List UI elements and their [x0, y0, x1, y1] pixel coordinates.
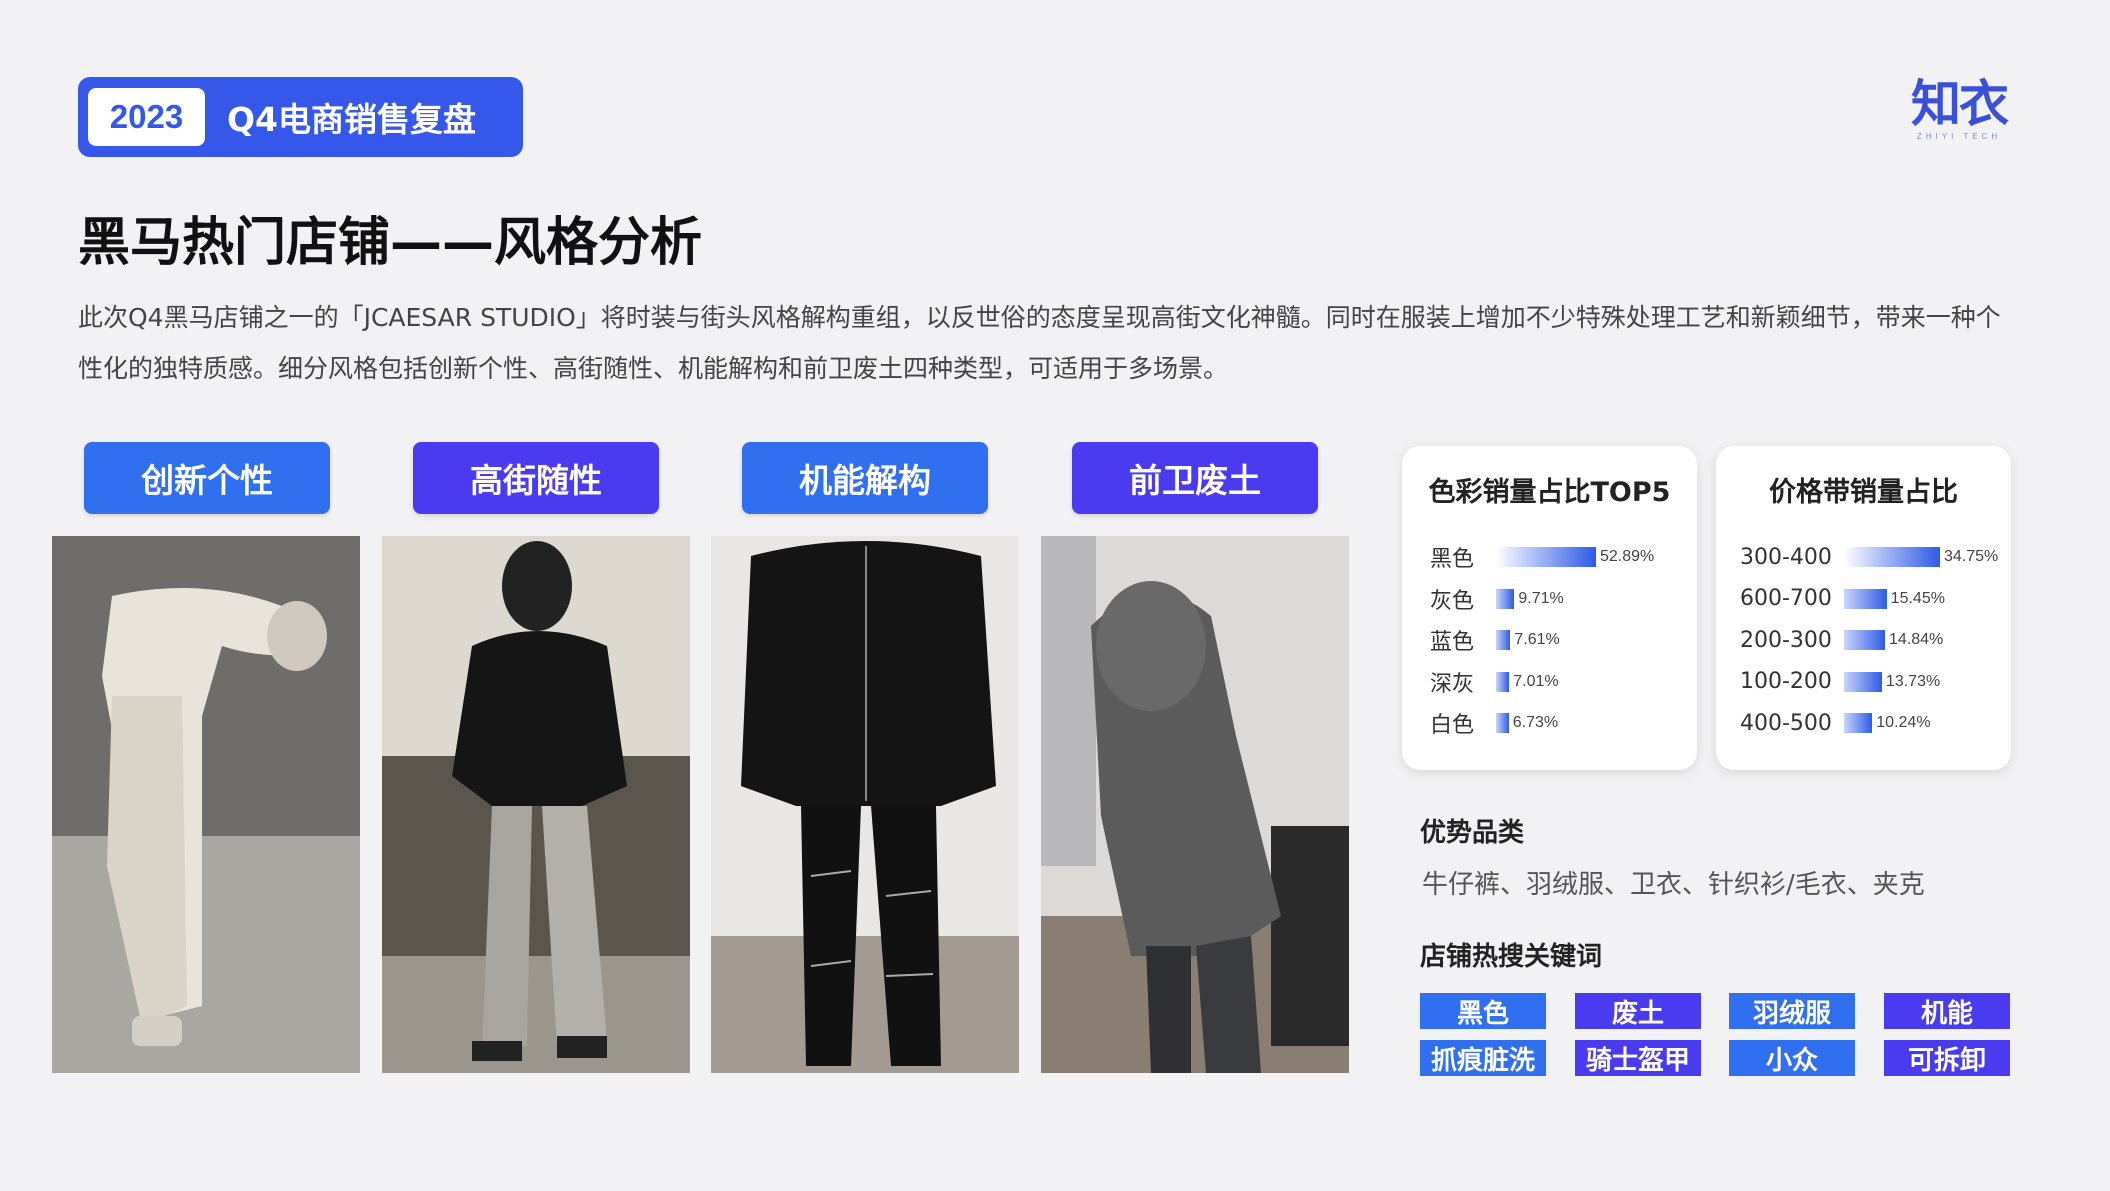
- bar-label: 100-200: [1740, 669, 1832, 694]
- keyword-tag[interactable]: 小众: [1729, 1040, 1855, 1076]
- price-card-title: 价格带销量占比: [1769, 477, 1958, 508]
- advantage-title: 优势品类: [1420, 818, 1525, 848]
- bar-row: 200-300 14.84%: [1716, 625, 2011, 655]
- bar-label: 200-300: [1740, 627, 1832, 653]
- style-photo-highstreet: [382, 536, 690, 1073]
- bar-row: 黑色 52.89%: [1402, 542, 1697, 572]
- color-card-title: 色彩销量占比TOP5: [1428, 477, 1671, 508]
- style-button-wasteland[interactable]: 前卫废土: [1072, 442, 1318, 514]
- page-description: 此次Q4黑马店铺之一的「JCAESAR STUDIO」将时装与街头风格解构重组，…: [78, 303, 2001, 383]
- bar-row: 灰色 9.71%: [1402, 584, 1697, 614]
- bar-value: 34.75%: [1944, 548, 1999, 565]
- bar-value: 7.61%: [1514, 631, 1560, 648]
- keyword-tag[interactable]: 羽绒服: [1729, 993, 1855, 1029]
- bar: [1496, 630, 1511, 650]
- brand-logo: 知衣 ZHIYI TECH: [1904, 76, 2014, 142]
- bar-value: 7.01%: [1513, 672, 1559, 690]
- bar: [1844, 713, 1873, 733]
- bar-row: 100-200 13.73%: [1716, 667, 2011, 697]
- bar-label: 300-400: [1740, 544, 1832, 570]
- bar-label: 黑色: [1430, 547, 1475, 572]
- price-sales-card: 价格带销量占比 300-400 34.75% 600-700 15.45% 200-30…: [1716, 446, 2011, 770]
- bar-value: 9.71%: [1518, 589, 1564, 607]
- header-badge: 2023 Q4电商销售复盘: [78, 77, 523, 157]
- bar-label: 蓝色: [1430, 630, 1475, 655]
- year-label: 2023: [88, 88, 205, 146]
- keyword-tag[interactable]: 黑色: [1420, 993, 1546, 1029]
- style-photo-innovative: [52, 536, 360, 1073]
- advantage-categories: 牛仔裤、羽绒服、卫衣、针织衫/毛衣、夹克: [1422, 870, 1925, 900]
- bar: [1844, 547, 1940, 567]
- logo-subtext: ZHIYI TECH: [1916, 132, 2002, 141]
- bar: [1844, 588, 1887, 609]
- bar-value: 52.89%: [1600, 548, 1655, 565]
- keyword-tag[interactable]: 机能: [1884, 993, 2010, 1029]
- bar-label: 400-500: [1740, 710, 1832, 736]
- logo-text: 知衣: [1911, 75, 2009, 133]
- bar: [1496, 547, 1596, 567]
- bar: [1496, 588, 1515, 609]
- bar-value: 6.73%: [1512, 714, 1559, 731]
- color-sales-card: 色彩销量占比TOP5 黑色 52.89% 灰色 9.71% 蓝色 7.61% 深灰 7.01%…: [1402, 446, 1697, 770]
- keyword-tag[interactable]: 骑士盔甲: [1575, 1040, 1701, 1076]
- bar-value: 10.24%: [1876, 714, 1931, 731]
- bar-row: 300-400 34.75%: [1716, 542, 2011, 572]
- bar: [1496, 671, 1510, 692]
- bar-value: 14.84%: [1888, 631, 1944, 648]
- bar: [1844, 671, 1882, 692]
- bar-value: 15.45%: [1890, 589, 1945, 607]
- keywords-title: 店铺热搜关键词: [1420, 942, 1603, 972]
- bar-value: 13.73%: [1885, 672, 1941, 690]
- bar-label: 灰色: [1430, 588, 1475, 614]
- bar-row: 600-700 15.45%: [1716, 584, 2011, 614]
- bar-label: 白色: [1430, 713, 1475, 738]
- style-photo-wasteland: [1041, 536, 1349, 1073]
- bar-row: 白色 6.73%: [1402, 708, 1697, 738]
- style-button-highstreet[interactable]: 高街随性: [413, 442, 659, 514]
- page-title: 黑马热门店铺——风格分析: [78, 213, 703, 273]
- keyword-tag[interactable]: 废土: [1575, 993, 1701, 1029]
- bar: [1844, 630, 1885, 650]
- bar-row: 蓝色 7.61%: [1402, 625, 1697, 655]
- style-button-functional[interactable]: 机能解构: [742, 442, 988, 514]
- bar-row: 深灰 7.01%: [1402, 667, 1697, 697]
- bar-label: 600-700: [1740, 586, 1832, 611]
- style-photo-functional: [711, 536, 1019, 1073]
- bar-row: 400-500 10.24%: [1716, 708, 2011, 738]
- bar: [1496, 713, 1509, 733]
- style-button-innovative[interactable]: 创新个性: [84, 442, 330, 514]
- report-title: Q4电商销售复盘: [227, 100, 477, 139]
- bar-label: 深灰: [1430, 671, 1475, 697]
- keyword-tag[interactable]: 抓痕脏洗: [1420, 1040, 1546, 1076]
- keyword-tag[interactable]: 可拆卸: [1884, 1040, 2010, 1076]
